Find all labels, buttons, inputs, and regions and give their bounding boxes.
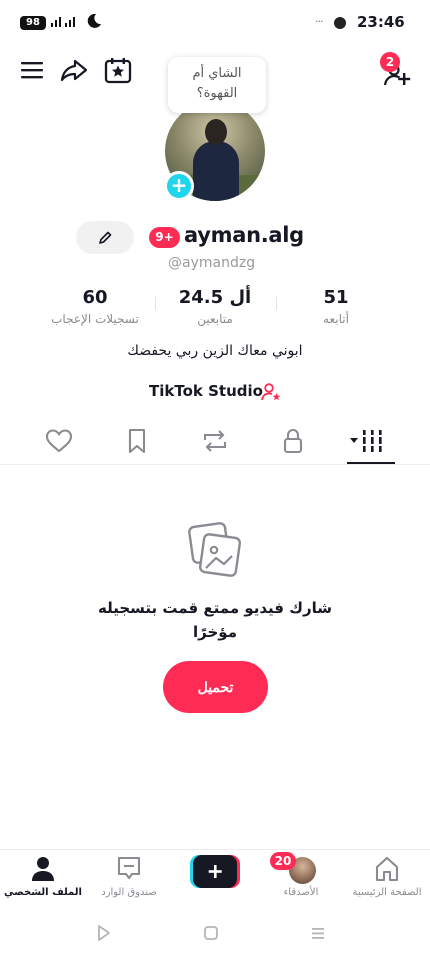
username: ayman.alg	[184, 223, 304, 247]
likes-count: 60	[82, 287, 108, 308]
photos-icon	[188, 522, 242, 582]
following-label: أتابعه	[323, 312, 349, 326]
nav-inbox-label: صندوق الوارد	[101, 887, 157, 898]
edit-profile-button[interactable]	[76, 221, 134, 254]
studio-person-icon[interactable]	[260, 381, 282, 407]
note-bubble-line2: القهوة؟	[196, 86, 238, 101]
following-stat[interactable]: 51 أتابعه	[271, 285, 401, 327]
tab-private[interactable]	[275, 426, 311, 456]
bottom-nav-divider	[0, 849, 430, 850]
plus-icon	[190, 855, 240, 888]
pencil-icon	[99, 231, 112, 244]
status-bar: 98 ··· 23:46	[0, 0, 430, 46]
friends-badge: 20	[270, 852, 296, 870]
home-icon	[375, 856, 399, 882]
tab-liked[interactable]	[41, 426, 77, 456]
user-handle: @aymandzg	[168, 255, 256, 271]
followers-label: متابعين	[197, 312, 233, 326]
followers-stat[interactable]: 24.5 أل متابعين	[150, 285, 280, 327]
messenger-icon	[334, 17, 346, 29]
menu-icon[interactable]	[18, 55, 48, 85]
nav-home-label: الصفحة الرئيسية	[352, 887, 422, 898]
empty-state-line2: مؤخرًا	[193, 623, 237, 641]
heart-icon	[45, 429, 73, 453]
recents-system-icon[interactable]	[310, 924, 326, 946]
share-icon[interactable]	[59, 55, 89, 85]
nav-home[interactable]: الصفحة الرئيسية	[344, 855, 430, 915]
tiktok-studio-link[interactable]: TikTok Studio	[149, 382, 263, 400]
nav-friends-label: الأصدقاء	[283, 887, 319, 898]
profile-icon	[32, 857, 54, 881]
level-badge[interactable]: 9+	[149, 227, 180, 248]
signal-icon	[51, 14, 81, 31]
battery-indicator: 98	[20, 16, 46, 30]
likes-stat[interactable]: 60 تسجيلات الإعجاب	[30, 285, 160, 327]
repost-icon	[203, 430, 227, 452]
add-story-button[interactable]: +	[164, 171, 194, 201]
moon-icon	[86, 13, 102, 33]
tab-videos[interactable]	[349, 426, 395, 456]
following-count: 51	[323, 287, 349, 308]
tab-reposts[interactable]	[197, 426, 233, 456]
nav-profile[interactable]: الملف الشخصي	[0, 855, 86, 915]
nav-inbox[interactable]: صندوق الوارد	[86, 855, 172, 915]
calendar-star-icon[interactable]	[103, 55, 133, 85]
note-bubble[interactable]: الشاي أم القهوة؟	[168, 57, 266, 113]
profile-bio: ابوني معاك الزين ربي يحفضك	[127, 343, 303, 359]
home-system-icon[interactable]	[203, 924, 219, 946]
upload-button[interactable]: تحميل	[163, 661, 268, 713]
empty-state-message: شارك فيديو ممتع قمت بتسجيله مؤخرًا	[0, 596, 430, 644]
followers-count: 24.5 أل	[178, 287, 252, 308]
grid-icon	[350, 430, 383, 452]
back-system-icon[interactable]	[96, 924, 112, 946]
likes-label: تسجيلات الإعجاب	[51, 312, 139, 326]
nav-profile-label: الملف الشخصي	[4, 887, 82, 898]
status-time: 23:46	[357, 13, 405, 31]
create-button[interactable]	[190, 855, 240, 888]
status-dots: ···	[315, 15, 323, 28]
empty-state-line1: شارك فيديو ممتع قمت بتسجيله	[98, 599, 332, 617]
bookmark-icon	[128, 428, 146, 454]
note-bubble-line1: الشاي أم	[192, 66, 242, 81]
tab-favorites[interactable]	[119, 426, 155, 456]
notification-badge: 2	[380, 52, 400, 72]
lock-icon	[283, 428, 303, 454]
inbox-icon	[117, 856, 141, 880]
tab-divider	[0, 464, 430, 465]
